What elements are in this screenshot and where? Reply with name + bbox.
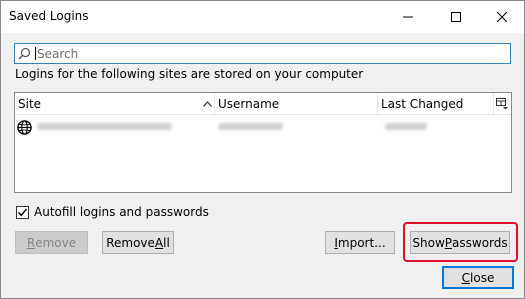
globe-icon <box>17 120 32 135</box>
search-box[interactable] <box>14 43 511 64</box>
autofill-label: Autofill logins and passwords <box>34 205 209 219</box>
logins-table[interactable]: Site Username Last Changed <box>14 92 512 193</box>
remove-all-button[interactable]: Remove All <box>102 231 174 254</box>
search-icon <box>18 47 31 60</box>
column-header-site[interactable]: Site <box>15 93 215 115</box>
show-passwords-button[interactable]: Show Passwords <box>410 231 510 254</box>
text-caret <box>35 47 36 60</box>
column-label-site: Site <box>18 97 42 111</box>
column-header-username[interactable]: Username <box>215 93 378 115</box>
minimize-icon <box>403 16 413 18</box>
column-picker-icon[interactable] <box>495 96 509 110</box>
close-button[interactable]: Close <box>442 266 514 289</box>
last-changed-cell: 1/1/2020 <box>385 123 427 130</box>
sort-ascending-icon <box>203 101 212 107</box>
saved-logins-window: Saved Logins Logins for the following si… <box>0 0 525 299</box>
column-label-username: Username <box>218 97 280 111</box>
table-header: Site Username Last Changed <box>15 93 511 115</box>
table-row[interactable]: https://login.example.com jsmith 1/1/202… <box>15 116 511 136</box>
checkmark-icon <box>18 208 28 216</box>
info-text: Logins for the following sites are store… <box>15 67 364 81</box>
autofill-checkbox[interactable] <box>16 205 29 219</box>
column-label-last-changed: Last Changed <box>381 97 464 111</box>
site-cell: https://login.example.com <box>37 123 172 130</box>
close-icon <box>497 12 507 22</box>
window-title: Saved Logins <box>9 9 89 23</box>
minimize-button[interactable] <box>385 1 431 33</box>
remove-button[interactable]: Remove <box>15 231 88 254</box>
maximize-icon <box>451 12 461 22</box>
maximize-button[interactable] <box>433 1 479 33</box>
autofill-option[interactable]: Autofill logins and passwords <box>16 205 209 219</box>
dialog-content: Logins for the following sites are store… <box>1 33 524 298</box>
title-bar: Saved Logins <box>1 1 524 33</box>
close-window-button[interactable] <box>479 1 525 33</box>
search-input[interactable] <box>37 44 507 63</box>
username-cell: jsmith <box>218 123 283 130</box>
import-button[interactable]: Import... <box>325 231 395 254</box>
column-header-last-changed[interactable]: Last Changed <box>378 93 494 115</box>
